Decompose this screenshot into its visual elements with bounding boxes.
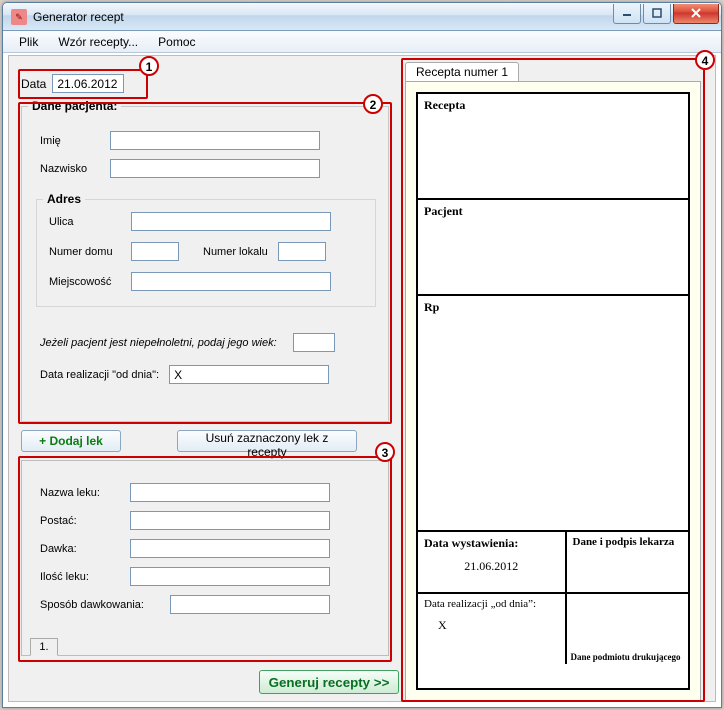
recept-document: Recepta Pacjent Rp Data wystawienia: 21.… [416, 92, 690, 690]
maximize-button[interactable] [643, 4, 671, 24]
recept-section-rp: Rp [424, 300, 682, 315]
ulica-label: Ulica [49, 216, 121, 228]
recept-section-recepta: Recepta [424, 98, 682, 113]
ilosc-label: Ilość leku: [40, 571, 120, 583]
recept-data-wyst-label: Data wystawienia: [424, 536, 559, 551]
wiek-label: Jeżeli pacjent jest niepełnoletni, podaj… [40, 337, 277, 349]
preview-tab-1[interactable]: Recepta numer 1 [405, 62, 519, 82]
patient-legend: Dane pacjenta: [28, 99, 121, 113]
numer-lokalu-input[interactable] [278, 242, 326, 261]
preview-tabs: Recepta numer 1 [405, 62, 519, 82]
wiek-input[interactable] [293, 333, 335, 352]
recept-dane-druk: Dane podmiotu drukującego [571, 652, 681, 662]
numer-domu-input[interactable] [131, 242, 179, 261]
annotation-number-4: 4 [695, 50, 715, 70]
remove-med-button[interactable]: Usuń zaznaczony lek z recepty [177, 430, 357, 452]
app-window: ✎ Generator recept Plik Wzór recepty... … [2, 2, 722, 708]
dawka-label: Dawka: [40, 543, 120, 555]
app-icon: ✎ [11, 9, 27, 25]
recept-data-wyst: 21.06.2012 [424, 559, 559, 574]
titlebar[interactable]: ✎ Generator recept [3, 3, 721, 31]
patient-groupbox: Dane pacjenta: Imię Nazwisko Adres Ulica… [21, 106, 389, 422]
add-med-button[interactable]: + Dodaj lek [21, 430, 121, 452]
imie-input[interactable] [110, 131, 320, 150]
realizacja-label: Data realizacji "od dnia": [40, 369, 159, 381]
annotation-number-3: 3 [375, 442, 395, 462]
nazwa-input[interactable] [130, 483, 330, 502]
maximize-icon [652, 8, 662, 18]
postac-label: Postać: [40, 515, 120, 527]
close-icon [690, 7, 702, 19]
menu-pomoc[interactable]: Pomoc [148, 33, 205, 51]
postac-input[interactable] [130, 511, 330, 530]
window-buttons [611, 4, 719, 24]
recept-data-real-label: Data realizacji „od dnia”: [424, 598, 559, 610]
date-input[interactable] [52, 74, 124, 93]
close-button[interactable] [673, 4, 719, 24]
ilosc-input[interactable] [130, 567, 330, 586]
adres-legend: Adres [43, 192, 85, 206]
menu-plik[interactable]: Plik [9, 33, 48, 51]
miejscowosc-input[interactable] [131, 272, 331, 291]
annotation-number-1: 1 [139, 56, 159, 76]
preview-panel: Recepta Pacjent Rp Data wystawienia: 21.… [405, 81, 701, 701]
generate-button[interactable]: Generuj recepty >> [259, 670, 399, 694]
window-title: Generator recept [33, 10, 611, 24]
med-buttons-row: + Dodaj lek Usuń zaznaczony lek z recept… [21, 430, 357, 452]
numer-lokalu-label: Numer lokalu [203, 246, 268, 258]
menu-wzor-recepty[interactable]: Wzór recepty... [48, 33, 148, 51]
menubar: Plik Wzór recepty... Pomoc [3, 31, 721, 53]
nazwisko-input[interactable] [110, 159, 320, 178]
sposob-input[interactable] [170, 595, 330, 614]
med-tab-1[interactable]: 1. [30, 638, 58, 656]
date-label: Data [21, 77, 46, 91]
recept-data-real: X [438, 618, 559, 633]
realizacja-input[interactable] [169, 365, 329, 384]
recept-section-pacjent: Pacjent [424, 204, 682, 219]
imie-label: Imię [40, 135, 100, 147]
nazwisko-label: Nazwisko [40, 163, 100, 175]
miejscowosc-label: Miejscowość [49, 276, 121, 288]
sposob-label: Sposób dawkowania: [40, 599, 160, 611]
date-row: Data [21, 74, 124, 93]
dawka-input[interactable] [130, 539, 330, 558]
ulica-input[interactable] [131, 212, 331, 231]
nazwa-label: Nazwa leku: [40, 487, 120, 499]
minimize-icon [622, 8, 632, 18]
recept-dane-lekarza: Dane i podpis lekarza [573, 536, 675, 548]
minimize-button[interactable] [613, 4, 641, 24]
adres-groupbox: Adres Ulica Numer domu Numer lokalu Miej… [36, 199, 376, 307]
med-groupbox: Nazwa leku: Postać: Dawka: Ilość leku: S… [21, 460, 389, 656]
client-area: Data Dane pacjenta: Imię Nazwisko Adres … [8, 55, 716, 702]
numer-domu-label: Numer domu [49, 246, 121, 258]
